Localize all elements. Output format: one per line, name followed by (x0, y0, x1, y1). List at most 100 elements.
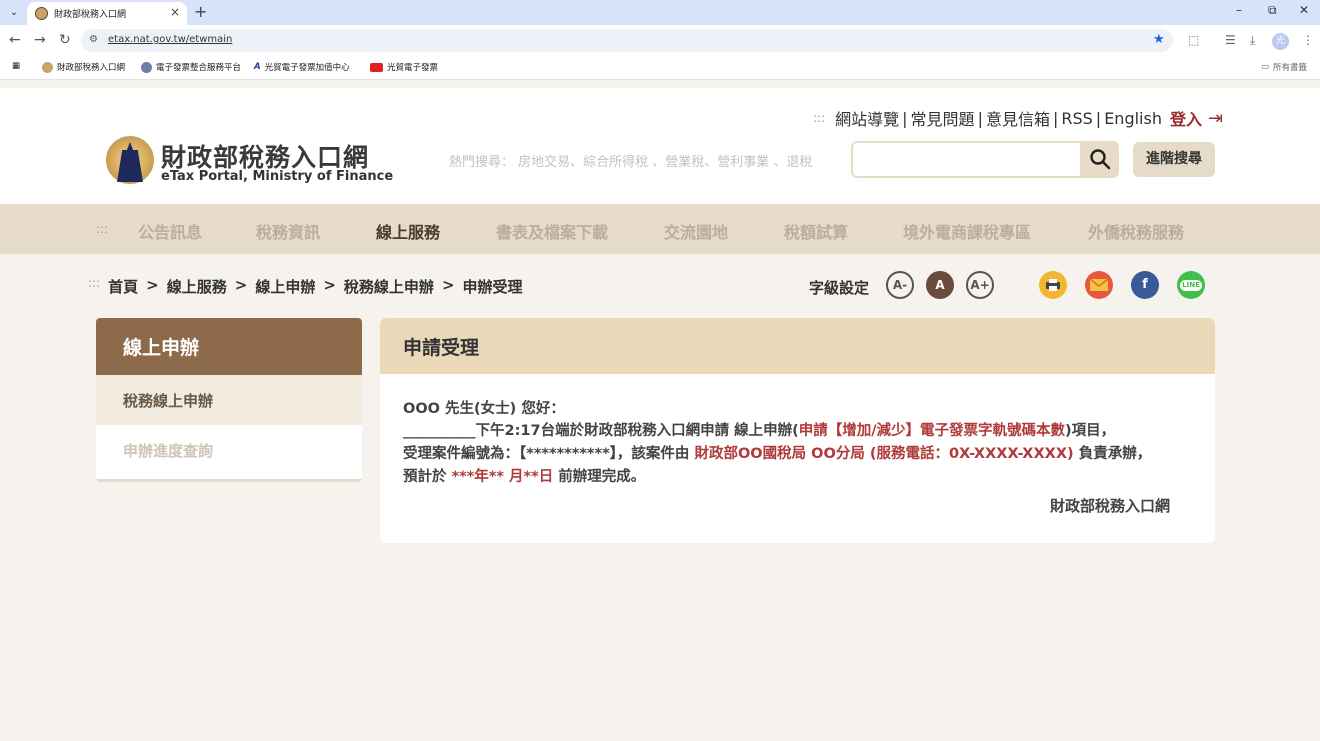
apps-icon[interactable]: ▦ (12, 61, 20, 71)
message-text: __________下午2:17台端於財政部稅務入口網申請 線上申辦( (403, 423, 799, 439)
nav-community[interactable]: 交流園地 (664, 219, 728, 243)
profile-avatar[interactable]: 光 (1272, 33, 1289, 50)
content-panel: 申請受理 OOO 先生(女士) 您好： __________下午2:17台端於財… (380, 318, 1215, 543)
login-link[interactable]: 登入 (1170, 106, 1202, 130)
site-favicon-icon (35, 7, 48, 20)
browser-tab-bar: ⌄ 財政部稅務入口網 × + – ⧉ ✕ (0, 0, 1320, 25)
breadcrumb: ::: 首頁 > 線上服務 > 線上申辦 > 稅務線上申辦 > 申辦受理 (88, 276, 523, 297)
nav-announcements[interactable]: 公告訊息 (138, 219, 202, 243)
bookmark-label: 光貿電子發票 (387, 63, 439, 73)
top-links: ::: 網站導覽 | 常見問題 | 意見信箱 | RSS | English 登… (813, 106, 1223, 130)
font-normal-button[interactable]: A (926, 271, 954, 299)
sidebar-item-progress-query[interactable]: 申辦進度查詢 (96, 425, 362, 475)
nav-tax-info[interactable]: 稅務資訊 (256, 219, 320, 243)
bookmark-favicon-icon (141, 61, 152, 73)
sidebar-heading: 線上申辦 (96, 318, 362, 375)
download-icon[interactable]: ⤓ (1250, 33, 1255, 48)
search-input[interactable] (851, 141, 1119, 178)
menu-icon[interactable]: ⋮ (1302, 33, 1314, 47)
facebook-icon[interactable]: f (1131, 271, 1159, 299)
bookmark-item[interactable]: A 光貿電子發票加值中心 (254, 61, 350, 73)
sidebar: 線上申辦 稅務線上申辦 申辦進度查詢 (96, 318, 362, 482)
divider: | (977, 108, 983, 128)
application-item: 申請【增加/減少】電子發票字軌號碼本數 (798, 423, 1066, 439)
breadcrumb-current: 申辦受理 (462, 278, 523, 296)
font-size-label: 字級設定 (809, 279, 870, 297)
all-bookmarks-label: 所有書籤 (1273, 63, 1308, 73)
link-rss[interactable]: RSS (1061, 109, 1092, 128)
message-text: )項目， (1065, 423, 1116, 439)
nav-expat-tax[interactable]: 外僑稅務服務 (1088, 219, 1184, 243)
link-faq[interactable]: 常見問題 (911, 106, 975, 130)
bookmark-star-icon[interactable]: ★ (1153, 32, 1165, 47)
site-subtitle: eTax Portal, Ministry of Finance (161, 169, 394, 184)
breadcrumb-tax-online-application[interactable]: 稅務線上申辦 (344, 276, 434, 297)
url-text[interactable]: etax.nat.gov.tw/etwmain (108, 34, 232, 45)
bookmark-item[interactable]: 財政部稅務入口網 (42, 61, 125, 73)
omnibox[interactable] (81, 29, 1173, 52)
all-bookmarks[interactable]: ▭ 所有書籤 (1261, 61, 1307, 73)
bookmark-label: 電子發票整合服務平台 (156, 63, 242, 73)
dots-icon: ::: (88, 276, 101, 290)
sidebar-item-tax-online-application[interactable]: 稅務線上申辦 (96, 375, 362, 425)
link-english[interactable]: English (1104, 109, 1162, 128)
breadcrumb-online-services[interactable]: 線上服務 (167, 276, 227, 297)
bookmark-label: 財政部稅務入口網 (57, 63, 126, 73)
breadcrumb-separator: > (146, 276, 159, 294)
breadcrumb-home[interactable]: 首頁 (108, 276, 138, 297)
browser-tab[interactable]: 財政部稅務入口網 × (27, 2, 187, 25)
greeting-text: OOO 先生(女士) 您好： (403, 401, 565, 417)
window-close-icon[interactable]: ✕ (1299, 3, 1309, 17)
site-info-icon[interactable]: ⚙ (89, 34, 98, 45)
advanced-search-button[interactable]: 進階搜尋 (1133, 142, 1215, 177)
back-icon[interactable]: ← (9, 32, 21, 48)
print-icon[interactable] (1039, 271, 1067, 299)
bookmark-favicon-icon: A (254, 62, 261, 72)
extensions-icon[interactable]: ⬚ (1188, 33, 1199, 47)
dots-icon: ::: (813, 111, 826, 125)
font-larger-button[interactable]: A+ (966, 271, 994, 299)
youtube-icon (370, 62, 383, 72)
forward-icon[interactable]: → (34, 32, 46, 48)
message-text: 前辦理完成。 (553, 469, 646, 485)
bookmark-label: 光貿電子發票加值中心 (264, 63, 350, 73)
nav-cross-border-ecommerce[interactable]: 境外電商課稅專區 (903, 219, 1031, 243)
login-icon[interactable]: ⇥ (1208, 108, 1223, 129)
breadcrumb-separator: > (323, 276, 336, 294)
email-icon[interactable] (1085, 271, 1113, 299)
link-sitemap[interactable]: 網站導覽 (835, 106, 899, 130)
message-line: 受理案件編號為：【***********】，該案件由 財政部OO國稅局 OO分局… (403, 442, 1151, 463)
font-smaller-button[interactable]: A- (886, 271, 914, 299)
handling-office: 財政部OO國稅局 OO分局 (服務電話：0X-XXXX-XXXX) (694, 446, 1074, 462)
minimize-icon[interactable]: – (1236, 3, 1242, 17)
link-feedback[interactable]: 意見信箱 (986, 106, 1050, 130)
bookmarks-bar: ▦ 財政部稅務入口網 電子發票整合服務平台 A 光貿電子發票加值中心 光貿電子發… (0, 56, 1320, 80)
reload-icon[interactable]: ↻ (59, 32, 71, 48)
hot-search: 熱門搜尋： 房地交易、綜合所得稅 、營業稅、營利事業 、退稅 (449, 151, 812, 170)
nav-forms-download[interactable]: 書表及檔案下載 (496, 219, 608, 243)
dots-icon: ::: (96, 222, 109, 236)
bookmark-item[interactable]: 電子發票整合服務平台 (141, 61, 241, 73)
bookmark-item[interactable]: 光貿電子發票 (370, 61, 438, 73)
message-text: 預計於 (403, 469, 452, 485)
search-icon (1089, 149, 1110, 170)
restore-icon[interactable]: ⧉ (1268, 3, 1277, 18)
content-heading: 申請受理 (380, 318, 1215, 374)
reading-list-icon[interactable]: ☰ (1225, 33, 1236, 47)
search-button[interactable] (1080, 141, 1119, 178)
divider: | (902, 108, 908, 128)
tab-close-icon[interactable]: × (170, 5, 180, 19)
divider: | (1052, 108, 1059, 128)
line-icon[interactable]: LINE (1177, 271, 1205, 299)
tab-search-icon[interactable]: ⌄ (5, 4, 23, 22)
message-line: 預計於 ***年** 月**日 前辦理完成。 (403, 465, 645, 486)
signature: 財政部稅務入口網 (1050, 497, 1171, 515)
new-tab-icon[interactable]: + (194, 2, 207, 21)
tab-title: 財政部稅務入口網 (54, 10, 127, 20)
line-label: LINE (1180, 280, 1202, 291)
hot-search-terms[interactable]: 房地交易、綜合所得稅 、營業稅、營利事業 、退稅 (518, 155, 812, 170)
breadcrumb-online-application[interactable]: 線上申辦 (255, 276, 315, 297)
breadcrumb-separator: > (234, 276, 248, 294)
nav-tax-calculator[interactable]: 稅額試算 (784, 219, 848, 243)
nav-online-services[interactable]: 線上服務 (376, 219, 440, 243)
